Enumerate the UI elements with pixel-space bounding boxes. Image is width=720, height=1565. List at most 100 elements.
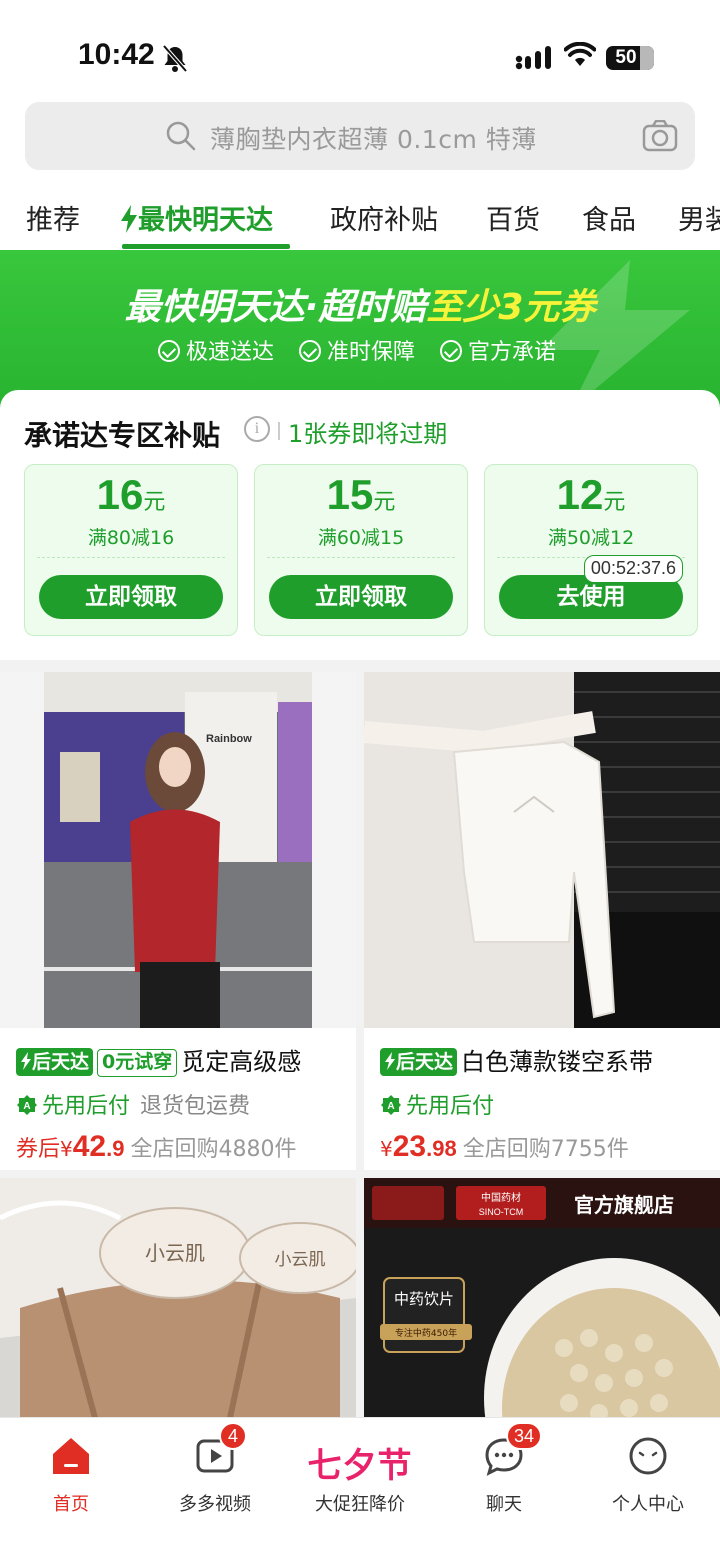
delivery-tag: 后天达 [16,1048,94,1076]
price-integer: 23 [392,1130,427,1163]
banner-title: 最快明天达·超时赔至少3元券 [124,287,596,328]
bell-muted-icon [162,44,188,73]
category-tabs: 推荐 最快明天达 政府补贴 百货 食品 男装 [0,190,720,250]
brand-label-text: 小云肌 [145,1241,205,1265]
sales-count: 全店回购7755件 [462,1137,629,1162]
price-prefix: 券后 [16,1137,61,1162]
product-image[interactable]: Rainbow [0,672,356,1028]
claim-coupon-button[interactable]: 立即领取 [39,575,223,619]
product-service-line: A 先用后付 [380,1088,494,1120]
search-bar[interactable]: 薄胸垫内衣超薄 0.1cm 特薄 [25,102,695,170]
profile-face-icon [629,1437,667,1475]
product-image[interactable]: 中国药材 SINO-TCM 官方旗舰店 中药饮片 专注中药450年 [364,1178,720,1417]
delivery-tag: 后天达 [380,1048,458,1076]
coupon-condition: 满60减15 [317,527,405,549]
check-circle-icon [440,340,463,362]
promise-ontime: 准时保障 [299,334,415,366]
tab-fastest-delivery-label: 最快明天达 [138,205,273,236]
nav-home-label: 首页 [53,1494,89,1515]
notification-badge: 4 [219,1422,247,1450]
price-integer: 42 [72,1130,107,1163]
camera-icon[interactable] [642,120,678,152]
product-price-line: 券后¥42.9 全店回购4880件 [16,1130,296,1164]
tab-fastest-delivery[interactable]: 最快明天达 [120,198,273,237]
svg-text:A: A [387,1101,394,1112]
pay-later-label: 先用后付 [42,1094,131,1119]
info-icon[interactable]: i [244,416,270,442]
coupon-panel-title: 承诺达专区补贴 [24,419,221,452]
product-card[interactable]: 中国药材 SINO-TCM 官方旗舰店 中药饮片 专注中药450年 [364,1178,720,1417]
coupon-expiry-note: 1张券即将过期 [288,420,448,448]
festival-logo: 七夕节 [307,1446,413,1486]
check-circle-icon [299,340,322,362]
section-gap [0,660,720,672]
coupon-panel: 承诺达专区补贴 i 1张券即将过期 16元 满80减16 立即领取 15元 满6… [0,390,720,660]
tab-recommend[interactable]: 推荐 [26,198,80,237]
promise-fast: 极速送达 [158,334,274,366]
product-card[interactable]: 小云肌 小云肌 [0,1178,356,1417]
tab-food[interactable]: 食品 [582,198,636,237]
nav-festival-label: 大促狂降价 [315,1494,405,1515]
coupon-amount: 15元 [326,471,396,518]
badge-text: 中药饮片 [394,1290,454,1308]
free-returns-label: 退货包运费 [140,1094,251,1119]
nav-profile-label: 个人中心 [612,1494,684,1515]
coupon-amount: 16元 [96,471,166,518]
pay-later-icon: A [381,1095,401,1115]
nav-chat-label: 聊天 [486,1494,522,1515]
storefront-sign-text: Rainbow [206,733,252,745]
coupon-card: 12元 满50减12 00:52:37.6 去使用 [484,464,698,636]
nav-video-label: 多多视频 [179,1494,251,1515]
lightning-icon [21,1052,31,1070]
battery-indicator: 50 [606,46,654,70]
wifi-icon [564,42,596,66]
product-title: 觅定高级感 [181,1048,302,1076]
grid-gutter [356,672,364,1417]
product-price-line: ¥23.98 全店回购7755件 [380,1130,629,1164]
product-image[interactable] [364,672,720,1028]
free-trial-tag: 0元试穿 [97,1049,178,1077]
currency-symbol: ¥ [380,1137,393,1161]
brand-label-text: 中国药材 [481,1191,521,1204]
store-badge-text: 官方旗舰店 [574,1193,674,1217]
search-icon [166,121,196,151]
active-tab-indicator [122,244,290,249]
coupon-card: 15元 满60减15 立即领取 [254,464,468,636]
price-decimal: .98 [426,1136,457,1161]
notification-badge: 34 [506,1422,543,1450]
divider [278,422,280,440]
product-title-line: 后天达 白色薄款镂空系带 [380,1042,653,1077]
tab-gov-subsidy[interactable]: 政府补贴 [330,198,438,237]
coupon-divider [37,557,225,558]
coupon-card: 16元 满80减16 立即领取 [24,464,238,636]
clock: 10:42 [78,38,155,71]
pay-later-icon: A [17,1095,37,1115]
product-image[interactable]: 小云肌 小云肌 [0,1178,356,1417]
price-decimal: .9 [106,1136,125,1161]
sales-count: 全店回购4880件 [130,1137,297,1162]
tab-menswear[interactable]: 男装 [678,198,720,237]
product-title: 白色薄款镂空系带 [461,1048,654,1076]
banner-promises: 极速送达 准时保障 官方承诺 [158,334,574,366]
brand-label-text: SINO-TCM [479,1207,524,1217]
bottom-navigation: 首页 4 多多视频 七夕节 大促狂降价 34 聊天 个人中心 [0,1417,720,1565]
lightning-icon [121,205,137,233]
pay-later-label: 先用后付 [406,1094,495,1119]
coupon-divider [267,557,455,558]
tab-general-goods[interactable]: 百货 [486,198,540,237]
coupon-condition: 满50减12 [547,527,635,549]
check-circle-icon [158,340,180,362]
coupon-countdown: 00:52:37.6 [583,555,683,583]
product-card[interactable]: 后天达 白色薄款镂空系带 A 先用后付 ¥23.98 全店回购7755件 [364,672,720,1170]
claim-coupon-button[interactable]: 立即领取 [269,575,453,619]
product-card[interactable]: Rainbow 后天达 0元试穿 觅定高级感 A 先用后付 退货包运费 券后¥42.9 全… [0,672,356,1170]
product-title-line: 后天达 0元试穿 觅定高级感 [16,1042,301,1077]
currency-symbol: ¥ [60,1137,73,1161]
svg-text:A: A [23,1101,30,1112]
cellular-signal-icon [515,46,551,70]
lightning-icon [385,1052,395,1070]
row-gap [0,1170,720,1178]
promise-official: 官方承诺 [440,334,556,366]
home-icon [53,1438,89,1474]
coupon-condition: 满80减16 [87,527,175,549]
